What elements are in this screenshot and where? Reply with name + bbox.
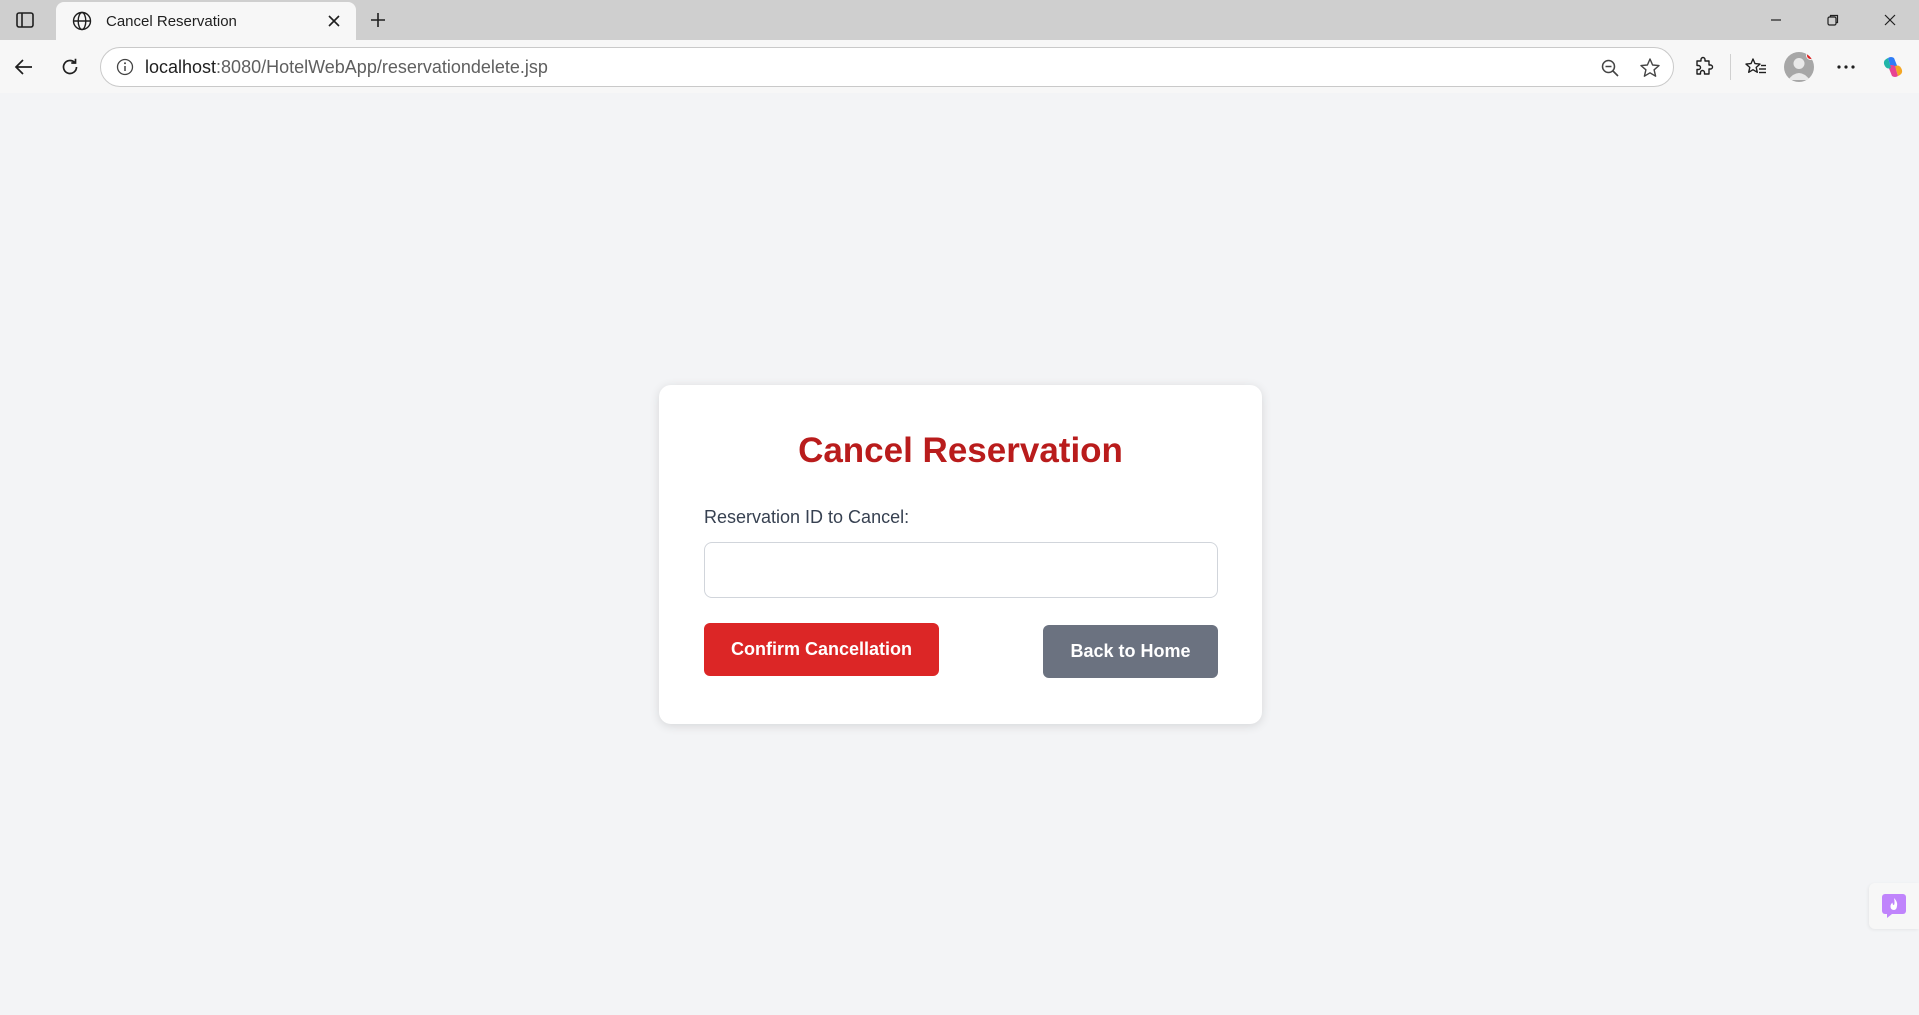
address-bar[interactable]: localhost:8080/HotelWebApp/reservationde…: [100, 47, 1674, 87]
tab-title: Cancel Reservation: [106, 12, 237, 30]
browser-tab[interactable]: Cancel Reservation: [56, 2, 356, 40]
sidebar-flame-icon[interactable]: [1869, 883, 1919, 929]
star-icon[interactable]: [1633, 51, 1667, 85]
tab-strip: Cancel Reservation: [0, 0, 1919, 40]
refresh-icon[interactable]: [53, 50, 87, 84]
zoom-out-icon[interactable]: [1593, 51, 1627, 85]
page-viewport: Cancel Reservation Reservation ID to Can…: [4, 93, 1919, 1015]
notification-dot: [1806, 52, 1814, 60]
tab-sidebar-icon[interactable]: [10, 7, 40, 33]
back-to-home-button[interactable]: Back to Home: [1043, 625, 1218, 678]
reservation-id-label: Reservation ID to Cancel:: [704, 507, 910, 527]
close-icon[interactable]: [322, 9, 346, 33]
avatar[interactable]: [1784, 52, 1814, 82]
puzzle-icon[interactable]: [1687, 50, 1721, 84]
url-text: localhost:8080/HotelWebApp/reservationde…: [145, 57, 548, 78]
url-path: :8080/HotelWebApp/reservationdelete.jsp: [216, 56, 548, 77]
favorites-icon[interactable]: [1739, 50, 1773, 84]
more-icon[interactable]: [1829, 50, 1863, 84]
page-title: Cancel Reservation: [798, 431, 1123, 470]
toolbar-separator: [1730, 54, 1731, 80]
globe-icon: [70, 9, 94, 33]
plus-icon[interactable]: [364, 7, 392, 33]
cancel-reservation-card: Cancel Reservation Reservation ID to Can…: [659, 385, 1262, 724]
info-icon[interactable]: [107, 49, 143, 85]
minimize-icon[interactable]: [1756, 6, 1796, 34]
reservation-id-input[interactable]: [704, 542, 1218, 598]
back-arrow-icon[interactable]: [7, 50, 41, 84]
url-host: localhost: [145, 56, 217, 77]
restore-icon[interactable]: [1813, 6, 1853, 34]
copilot-icon[interactable]: [1876, 50, 1910, 84]
browser-toolbar: localhost:8080/HotelWebApp/reservationde…: [0, 40, 1919, 93]
window-close-icon[interactable]: [1870, 6, 1910, 34]
confirm-cancellation-button[interactable]: Confirm Cancellation: [704, 623, 939, 676]
